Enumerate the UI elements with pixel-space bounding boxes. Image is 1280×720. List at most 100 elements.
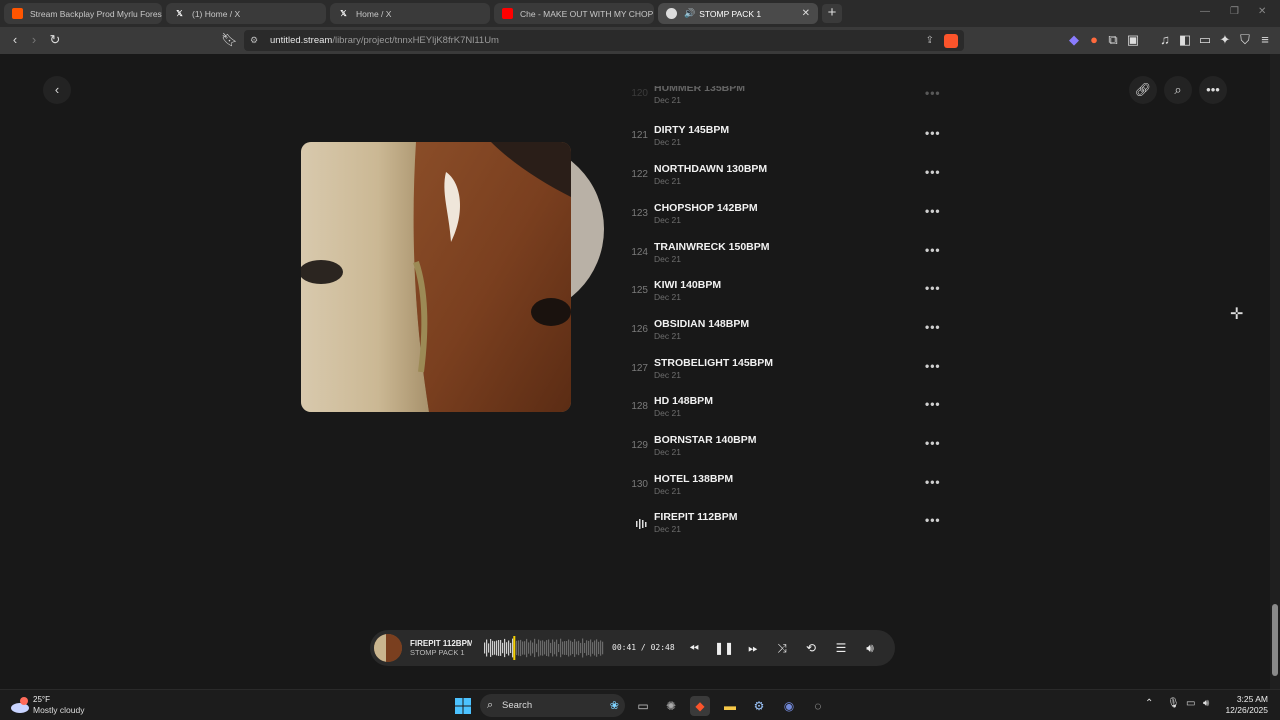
maximize-icon[interactable]: ❐	[1230, 6, 1239, 17]
sidebar-icon[interactable]: ◧	[1177, 32, 1193, 48]
search-button[interactable]: ⌕	[1164, 76, 1192, 104]
page-scrollbar[interactable]	[1270, 54, 1280, 689]
windows-start-icon[interactable]	[453, 696, 473, 716]
share-icon[interactable]: ⇪	[926, 35, 934, 46]
menu-icon[interactable]: ≡	[1257, 32, 1273, 48]
track-more-icon[interactable]: •••	[925, 126, 941, 140]
weather-icon[interactable]	[10, 696, 30, 714]
brave-browser-icon[interactable]: ◆	[690, 696, 710, 716]
duration-time: 02:48	[650, 643, 675, 652]
new-tab-button[interactable]: +	[822, 4, 842, 23]
track-more-icon[interactable]: •••	[925, 513, 941, 527]
track-row[interactable]: 126 OBSIDIAN 148BPM Dec 21 •••	[620, 318, 960, 356]
previous-button[interactable]: ⏪︎	[684, 638, 704, 658]
repeat-button[interactable]: ⟲	[801, 638, 821, 658]
vpn-shield-icon[interactable]: ⛉	[1237, 32, 1253, 48]
extension-ai-icon[interactable]: ◆	[1066, 32, 1082, 48]
extensions-puzzle-icon[interactable]: ⧉	[1105, 32, 1121, 48]
track-more-icon[interactable]: •••	[925, 436, 941, 450]
discord-icon[interactable]: ◉	[779, 696, 799, 716]
copy-link-button[interactable]: 🔗︎	[1129, 76, 1157, 104]
player-time: 00:41 / 02:48	[612, 643, 675, 652]
task-view-icon[interactable]: ▭	[633, 696, 653, 716]
site-settings-icon[interactable]: ⚙︎	[250, 35, 258, 46]
track-row[interactable]: 123 CHOPSHOP 142BPM Dec 21 •••	[620, 202, 960, 240]
track-row[interactable]: 128 HD 148BPM Dec 21 •••	[620, 395, 960, 433]
horse-photo	[301, 142, 571, 412]
forward-icon[interactable]: ›	[26, 32, 42, 48]
track-date: Dec 21	[654, 486, 681, 496]
shuffle-button[interactable]: ⤨	[772, 638, 792, 658]
player-cover-art[interactable]	[374, 634, 402, 662]
track-row-playing[interactable]: FIREPIT 112BPM Dec 21 •••	[620, 511, 960, 549]
track-row[interactable]: 124 TRAINWRECK 150BPM Dec 21 •••	[620, 241, 960, 279]
tab-x-home-2[interactable]: 𝕏 Home / X	[330, 3, 490, 24]
track-more-icon[interactable]: •••	[925, 204, 941, 218]
waveform-bar	[566, 641, 568, 655]
system-clock[interactable]: 3:25 AM 12/26/2025	[1225, 694, 1268, 716]
track-row[interactable]: 129 BORNSTAR 140BPM Dec 21 •••	[620, 434, 960, 472]
track-number: 126	[631, 324, 648, 335]
track-row[interactable]: 121 DIRTY 145BPM Dec 21 •••	[620, 124, 960, 162]
waveform-bar	[588, 640, 590, 655]
track-row[interactable]: 127 STROBELIGHT 145BPM Dec 21 •••	[620, 357, 960, 395]
track-date: Dec 21	[654, 331, 681, 341]
track-date: Dec 21	[654, 176, 681, 186]
wallet-card-icon[interactable]: ▭	[1197, 32, 1213, 48]
file-explorer-icon[interactable]: ▬	[720, 696, 740, 716]
player-track-title: FIREPIT 112BPM	[410, 639, 472, 648]
more-options-button[interactable]: •••	[1199, 76, 1227, 104]
extension-rewards-icon[interactable]: ●	[1086, 32, 1102, 48]
track-more-icon[interactable]: •••	[925, 86, 941, 100]
minimize-icon[interactable]: —	[1200, 6, 1210, 17]
track-more-icon[interactable]: •••	[925, 243, 941, 257]
pause-button[interactable]: ❚❚	[714, 638, 734, 658]
bookmark-icon[interactable]: 🔖︎	[221, 32, 238, 48]
tab-x-home-1[interactable]: 𝕏 (1) Home / X	[166, 3, 326, 24]
scrollbar-thumb[interactable]	[1272, 604, 1278, 676]
waveform-bar	[570, 640, 572, 656]
widget-icon[interactable]: ✺	[661, 696, 681, 716]
next-button[interactable]: ⏩︎	[743, 638, 763, 658]
track-number: 125	[631, 285, 648, 296]
wallet-icon[interactable]: ▣	[1125, 32, 1141, 48]
waveform-scrubber[interactable]	[484, 636, 604, 660]
reload-icon[interactable]: ↻	[47, 32, 63, 48]
address-bar[interactable]: ⚙︎ untitled.stream/library/project/tnnxH…	[244, 30, 964, 51]
track-more-icon[interactable]: •••	[925, 475, 941, 489]
waveform-bar	[596, 639, 598, 657]
track-more-icon[interactable]: •••	[925, 359, 941, 373]
app-icon[interactable]: ◌	[808, 696, 828, 716]
waveform-bar	[530, 640, 532, 656]
waveform-bar	[542, 640, 544, 656]
show-hidden-icons-icon[interactable]: ⌃	[1145, 698, 1153, 709]
queue-button[interactable]: ☰	[831, 638, 851, 658]
leo-ai-icon[interactable]: ✦	[1217, 32, 1233, 48]
tab-stomp-pack[interactable]: 🔊 STOMP PACK 1 ✕	[658, 3, 818, 24]
back-button[interactable]: ‹	[43, 76, 71, 104]
track-more-icon[interactable]: •••	[925, 165, 941, 179]
tab-youtube[interactable]: Che - MAKE OUT WITH MY CHOPPA	[494, 3, 654, 24]
tab-soundcloud[interactable]: Stream Backplay Prod Myrlu Forest	[4, 3, 162, 24]
track-row[interactable]: 120 HUMMER 135BPM Dec 21 •••	[620, 86, 960, 108]
microphone-icon[interactable]: 🎙︎	[1167, 698, 1180, 709]
brave-shields-icon[interactable]	[944, 33, 958, 48]
media-music-icon[interactable]: ♫	[1157, 32, 1173, 48]
track-more-icon[interactable]: •••	[925, 397, 941, 411]
waveform-bar	[498, 640, 500, 656]
track-more-icon[interactable]: •••	[925, 281, 941, 295]
network-icon[interactable]: ▭	[1186, 698, 1195, 709]
track-row[interactable]: 125 KIWI 140BPM Dec 21 •••	[620, 279, 960, 317]
track-row[interactable]: 130 HOTEL 138BPM Dec 21 •••	[620, 473, 960, 511]
close-tab-icon[interactable]: ✕	[802, 8, 810, 19]
back-icon[interactable]: ‹	[7, 32, 23, 48]
volume-button[interactable]: 🔊︎	[860, 638, 880, 658]
waveform-bar	[592, 642, 594, 654]
steam-icon[interactable]: ⚙︎	[749, 696, 769, 716]
close-window-icon[interactable]: ✕	[1258, 6, 1266, 17]
taskbar-search[interactable]: ⌕ Search ❀	[480, 694, 625, 717]
track-row[interactable]: 122 NORTHDAWN 130BPM Dec 21 •••	[620, 163, 960, 201]
waveform-bar	[578, 640, 580, 656]
speaker-icon[interactable]: 🔊︎	[1203, 698, 1209, 709]
track-more-icon[interactable]: •••	[925, 320, 941, 334]
